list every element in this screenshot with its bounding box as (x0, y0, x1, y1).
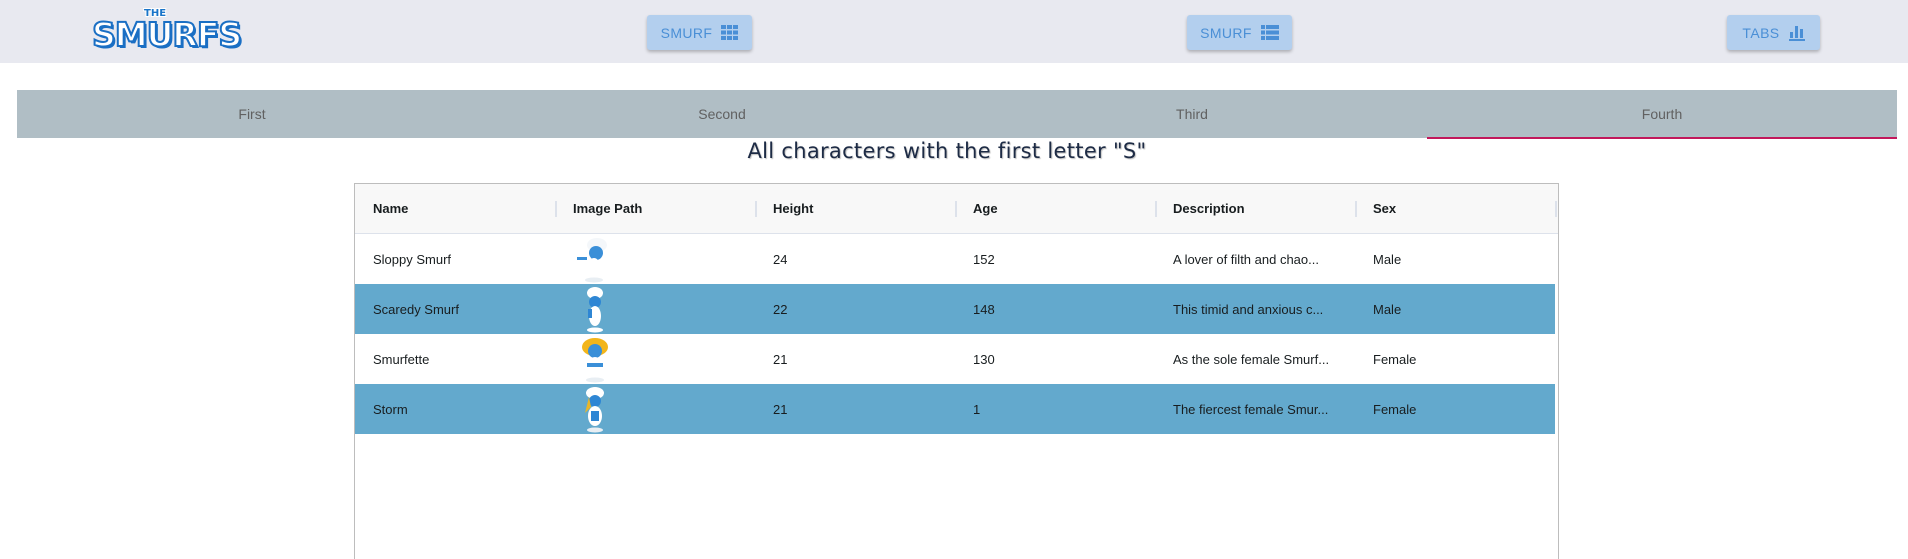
tab-second[interactable]: Second (487, 90, 957, 138)
column-resize-handle[interactable] (555, 201, 557, 217)
smurf-list-button-label: SMURF (1200, 24, 1252, 41)
cell-age: 152 (973, 251, 995, 267)
column-resize-handle[interactable] (1355, 201, 1357, 217)
cell-height: 24 (773, 251, 788, 267)
column-resize-handle[interactable] (1555, 201, 1557, 217)
column-header-height[interactable]: Height (773, 184, 813, 233)
cell-name: Storm (373, 401, 408, 417)
logo-main-text: SMURFS (91, 14, 243, 55)
cell-name: Sloppy Smurf (373, 251, 452, 267)
column-header-image-path[interactable]: Image Path (573, 184, 642, 233)
grid-icon (721, 25, 739, 40)
cell-description: A lover of filth and chao... (1173, 251, 1319, 267)
cell-sex: Male (1373, 251, 1402, 267)
cell-description: This timid and anxious c... (1173, 301, 1324, 317)
tabs-button-label: TABS (1742, 24, 1780, 41)
characters-table: Name Image Path Height Age Description S… (354, 183, 1559, 559)
tab-fourth[interactable]: Fourth (1427, 90, 1897, 139)
column-header-sex[interactable]: Sex (1373, 184, 1396, 233)
column-resize-handle[interactable] (1155, 201, 1157, 217)
smurfs-logo[interactable]: THE SMURFS (91, 8, 243, 56)
tabs-button[interactable]: TABS (1727, 15, 1820, 50)
cell-image (573, 334, 617, 384)
tab-bar: First Second Third Fourth (17, 90, 1897, 139)
tab-third[interactable]: Third (957, 90, 1427, 138)
smurf-grid-button[interactable]: SMURF (647, 15, 752, 50)
cell-height: 21 (773, 401, 788, 417)
smurf-image (577, 238, 607, 283)
smurf-grid-button-label: SMURF (660, 24, 713, 41)
top-bar: THE SMURFS SMURF SMURF TABS (0, 0, 1908, 63)
cell-sex: Male (1373, 301, 1402, 317)
cell-description: As the sole female Smurf... (1173, 351, 1330, 367)
cell-image (573, 384, 617, 434)
smurf-list-button[interactable]: SMURF (1187, 15, 1292, 50)
tab-first[interactable]: First (17, 90, 487, 138)
cell-height: 21 (773, 351, 788, 367)
table-row[interactable]: Storm 21 1 The fiercest female Smur... F… (355, 384, 1555, 434)
column-resize-handle[interactable] (955, 201, 957, 217)
cell-description: The fiercest female Smur... (1173, 401, 1329, 417)
smurfette-image (585, 387, 604, 433)
cell-age: 130 (973, 351, 995, 367)
bar-chart-icon (1788, 25, 1805, 41)
column-header-name[interactable]: Name (373, 184, 408, 233)
cell-image (573, 284, 617, 334)
cell-name: Smurfette (373, 351, 430, 367)
smurfette-image (582, 338, 608, 383)
cell-age: 148 (973, 301, 995, 317)
column-header-age[interactable]: Age (973, 184, 998, 233)
cell-name: Scaredy Smurf (373, 301, 459, 317)
page-title: All characters with the first letter "S" (747, 139, 1147, 163)
list-icon (1260, 25, 1279, 40)
cell-age: 1 (973, 401, 981, 417)
column-resize-handle[interactable] (755, 201, 757, 217)
column-header-description[interactable]: Description (1173, 184, 1245, 233)
cell-sex: Female (1373, 351, 1417, 367)
table-header: Name Image Path Height Age Description S… (355, 184, 1558, 234)
table-row[interactable]: Scaredy Smurf 22 148 This timid and anxi… (355, 284, 1555, 334)
cell-sex: Female (1373, 401, 1417, 417)
table-row[interactable]: Sloppy Smurf 24 152 A lover of filth and… (355, 234, 1555, 284)
cell-height: 22 (773, 301, 788, 317)
table-row[interactable]: Smurfette 21 130 As the sole female Smur… (355, 334, 1555, 384)
cell-image (573, 234, 617, 284)
smurf-image (587, 287, 603, 333)
